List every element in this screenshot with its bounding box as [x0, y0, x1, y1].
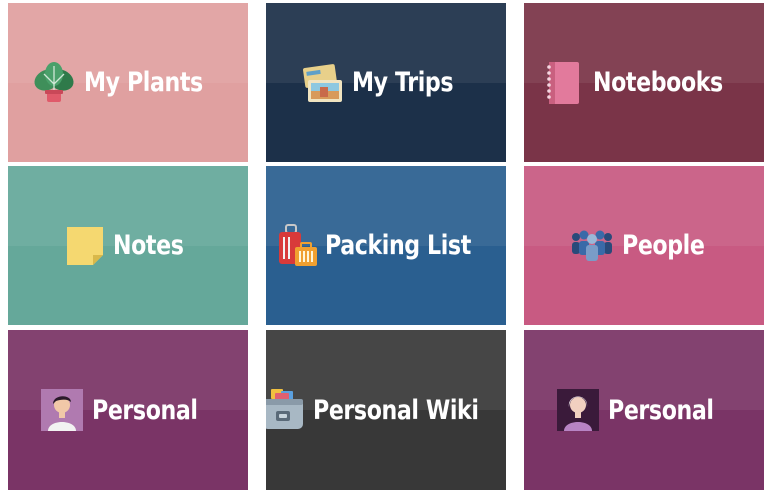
tile-people[interactable]: People	[524, 166, 764, 325]
tile-label: People	[621, 230, 705, 261]
tile-label: Notes	[113, 230, 184, 261]
tile-label: My Plants	[83, 67, 203, 98]
card-box-icon	[266, 387, 309, 433]
tile-my-plants[interactable]: My Plants	[8, 3, 248, 162]
tile-my-trips[interactable]: My Trips	[266, 3, 506, 162]
tile-label: My Trips	[352, 67, 454, 98]
plant-icon	[28, 60, 80, 106]
tile-personal-2[interactable]: Personal	[524, 330, 764, 490]
travel-postcards-icon	[296, 60, 348, 106]
tile-personal[interactable]: Personal	[8, 330, 248, 490]
tile-notes[interactable]: Notes	[8, 166, 248, 325]
pages-gallery: My Plants My Trips Notebooks Notes Packi…	[0, 0, 771, 494]
avatar-man-icon	[36, 387, 88, 433]
tile-label: Personal	[91, 394, 198, 426]
tile-notebooks[interactable]: Notebooks	[524, 3, 764, 162]
tile-label: Notebooks	[592, 67, 723, 98]
group-people-icon	[566, 223, 618, 269]
tile-label: Personal	[607, 394, 714, 426]
tile-personal-wiki[interactable]: Personal Wiki	[266, 330, 506, 490]
tile-label: Packing List	[325, 230, 471, 261]
sticky-note-icon	[57, 223, 109, 269]
notebook-icon	[537, 60, 589, 106]
luggage-icon	[269, 223, 321, 269]
tile-label: Personal Wiki	[313, 394, 479, 426]
tile-packing-list[interactable]: Packing List	[266, 166, 506, 325]
avatar-woman-icon	[552, 387, 604, 433]
